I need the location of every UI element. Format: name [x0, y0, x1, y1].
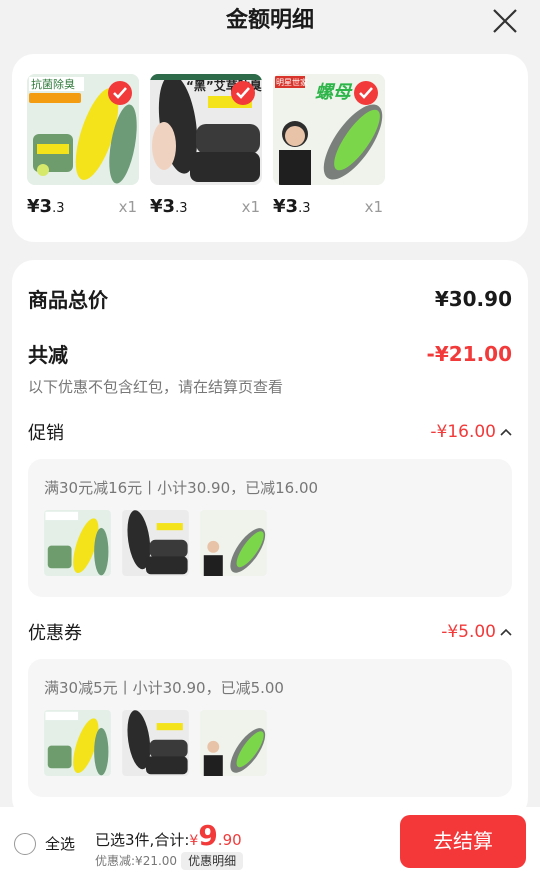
product-price: ¥3.3 — [273, 196, 311, 217]
product-price: ¥3.3 — [150, 196, 188, 217]
product-item[interactable]: 抗菌除臭 ¥3.3 x1 — [27, 74, 139, 242]
product-image: 明星世家 螺母 — [273, 74, 385, 185]
product-thumbnail — [44, 710, 111, 776]
discount-note: 以下优惠不包含红包，请在结算页查看 — [28, 378, 284, 396]
promotion-panel: 满30元减16元丨小计30.90，已减16.00 — [28, 459, 512, 597]
product-image: 抗菌除臭 — [27, 74, 139, 185]
promotion-amount: -¥16.00 — [430, 422, 496, 442]
total-amount-big: 9 — [198, 818, 218, 852]
checkout-summary: 已选3件,合计:¥9.90 优惠减:¥21.00 优惠明细 — [95, 818, 244, 870]
promotion-label: 促销 — [28, 423, 64, 444]
total-price-label: 商品总价 — [28, 288, 108, 312]
coupon-desc: 满30减5元丨小计30.90，已减5.00 — [44, 679, 284, 697]
total-reduce-value: -¥21.00 — [426, 341, 512, 366]
banner-text: 螺母 — [315, 82, 353, 103]
banner-text: 抗菌除臭 — [31, 77, 75, 91]
product-quantity: x1 — [241, 198, 260, 216]
selected-count-text: 已选3件,合计: — [95, 830, 190, 849]
total-currency: ¥ — [189, 832, 199, 849]
total-price-row: 商品总价 ¥30.90 — [28, 284, 512, 313]
coupon-products — [44, 710, 496, 776]
checkout-button[interactable]: 去结算 — [400, 815, 526, 868]
product-thumbnail — [122, 510, 189, 576]
total-price-value: ¥30.90 — [434, 286, 512, 311]
checkout-bar: 全选 已选3件,合计:¥9.90 优惠减:¥21.00 优惠明细 去结算 — [0, 807, 540, 880]
product-item[interactable]: 明星世家 螺母 ¥3.3 x1 — [273, 74, 385, 242]
promotion-products — [44, 510, 496, 576]
product-thumbnail — [122, 710, 189, 776]
product-list: 抗菌除臭 ¥3.3 x1 “黑”艾草防臭 ¥3.3 x1 明星世家 螺母 ¥3.… — [12, 54, 528, 242]
chevron-up-icon[interactable] — [500, 428, 512, 436]
total-reduce-label: 共减 — [28, 343, 68, 367]
coupon-panel: 满30减5元丨小计30.90，已减5.00 — [28, 659, 512, 797]
page-title: 金额明细 — [225, 8, 314, 33]
selected-check-icon[interactable] — [354, 81, 378, 105]
select-all-radio[interactable] — [14, 832, 36, 855]
header: 金额明细 — [0, 0, 540, 46]
promotion-desc: 满30元减16元丨小计30.90，已减16.00 — [44, 479, 319, 497]
product-thumbnail — [200, 510, 267, 576]
product-image: “黑”艾草防臭 — [150, 74, 262, 185]
total-amount-small: .90 — [217, 830, 242, 849]
chevron-up-icon[interactable] — [500, 628, 512, 636]
coupon-label: 优惠券 — [28, 623, 82, 644]
coupon-row[interactable]: 优惠券 -¥5.00 — [28, 619, 512, 645]
coupon-amount: -¥5.00 — [441, 622, 496, 642]
product-price: ¥3.3 — [27, 196, 65, 217]
amount-detail-card: 商品总价 ¥30.90 共减 -¥21.00 以下优惠不包含红包，请在结算页查看… — [12, 260, 528, 820]
close-icon[interactable] — [490, 6, 520, 36]
selected-check-icon[interactable] — [231, 81, 255, 105]
banner-sub-text: 明星世家 — [276, 77, 308, 87]
product-thumbnail — [200, 710, 267, 776]
product-item[interactable]: “黑”艾草防臭 ¥3.3 x1 — [150, 74, 262, 242]
promotion-row[interactable]: 促销 -¥16.00 — [28, 419, 512, 445]
selected-check-icon[interactable] — [108, 81, 132, 105]
select-all-label[interactable]: 全选 — [45, 833, 75, 854]
product-thumbnail — [44, 510, 111, 576]
discount-detail-tag[interactable]: 优惠明细 — [181, 851, 244, 870]
product-quantity: x1 — [118, 198, 137, 216]
product-quantity: x1 — [364, 198, 383, 216]
discount-amount-text: 优惠减:¥21.00 — [95, 853, 178, 868]
total-reduce-row: 共减 -¥21.00 — [28, 339, 512, 368]
